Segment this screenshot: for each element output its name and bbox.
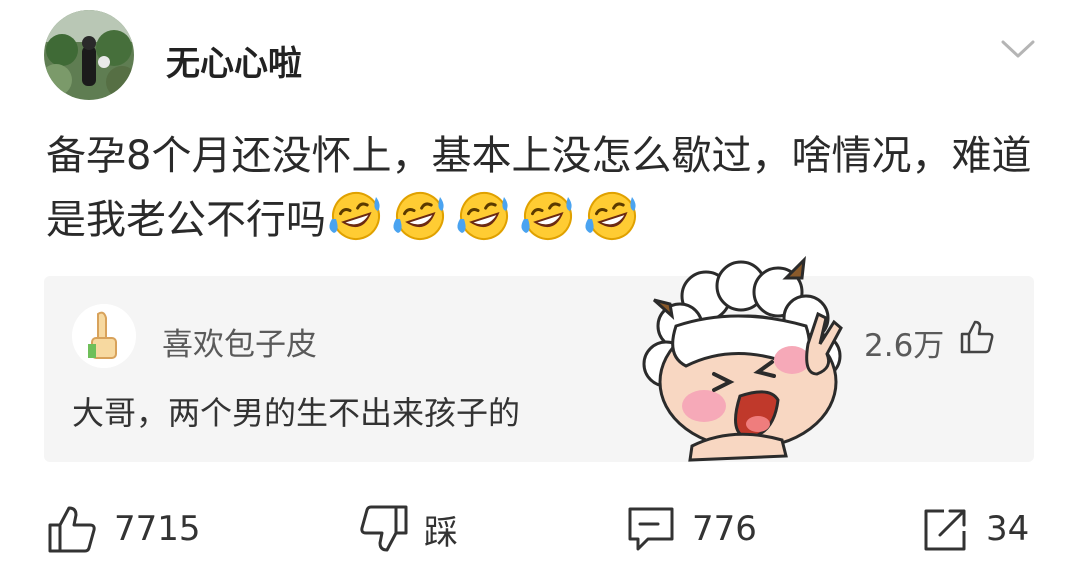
comment-count: 776	[692, 509, 757, 549]
comment-avatar[interactable]	[72, 304, 136, 368]
like-count: 7715	[114, 509, 201, 549]
top-comment-card[interactable]	[44, 276, 1034, 462]
thumbs-down-icon	[360, 505, 408, 552]
comment-icon	[628, 507, 674, 551]
dislike-label: 踩	[424, 512, 458, 553]
comment-username[interactable]: 喜欢包子皮	[162, 319, 317, 364]
like-button[interactable]: 7715	[46, 503, 201, 555]
post-username[interactable]: 无心心啦	[166, 36, 302, 85]
rolling-laughing-emoji	[457, 192, 508, 240]
thumbs-up-icon[interactable]	[958, 318, 996, 356]
rolling-laughing-emoji	[329, 192, 380, 240]
dislike-button[interactable]: 踩	[356, 503, 458, 555]
comment-like-count: 2.6万	[864, 328, 945, 364]
comment-button[interactable]: 776	[624, 503, 757, 555]
share-button[interactable]: 34	[918, 503, 1029, 555]
rolling-laughing-emoji	[393, 192, 444, 240]
avatar[interactable]	[44, 10, 134, 100]
chevron-down-icon[interactable]	[1000, 38, 1036, 60]
sheep-sticker-icon	[642, 256, 843, 462]
share-count: 34	[986, 509, 1030, 549]
rolling-laughing-emoji	[521, 192, 572, 240]
rolling-laughing-emoji	[585, 192, 636, 240]
thumbs-up-icon	[48, 506, 96, 553]
comment-text: 大哥，两个男的生不出来孩子的	[72, 394, 521, 432]
emoji-row	[326, 192, 646, 243]
share-icon	[924, 509, 966, 551]
post-text: 备孕8个月还没怀上，基本上没怎么歇过，啥情况，难道是我老公不行吗	[46, 124, 1046, 252]
